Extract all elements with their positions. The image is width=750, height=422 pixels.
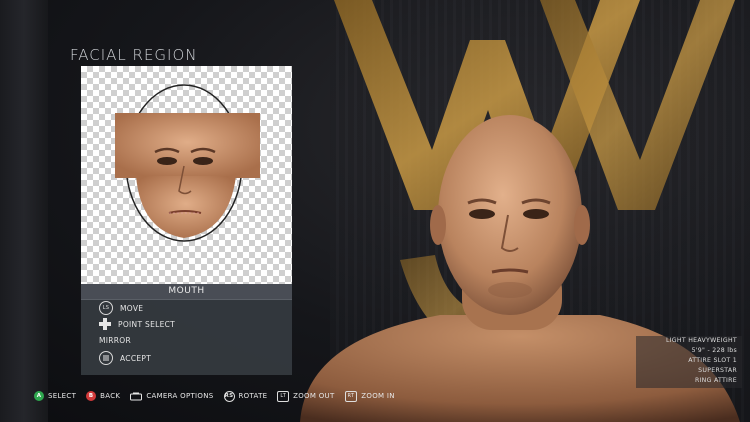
zoom-in-hint[interactable]: RT ZOOM IN (344, 390, 395, 402)
back-hint-label: BACK (100, 392, 121, 400)
control-hints-bar: A SELECT B BACK CAMERA OPTIONS RS ROTATE… (34, 390, 405, 402)
zoom-out-label: ZOOM OUT (293, 392, 335, 400)
face-texture-preview (81, 66, 292, 284)
menu-button-icon (99, 351, 113, 365)
move-label: MOVE (120, 303, 144, 313)
left-trigger-icon: LT (277, 390, 290, 402)
wrestler-info-panel: LIGHT HEAVYWEIGHT 5'9" - 228 lbs ATTIRE … (636, 336, 742, 388)
edit-menu: MOUTH LS MOVE POINT SELECT MIRROR ACCEPT (81, 284, 292, 375)
rotate-label: ROTATE (238, 392, 268, 400)
back-hint[interactable]: B BACK (86, 391, 120, 401)
panel-title: FACIAL REGION (70, 46, 198, 64)
dpad-icon (99, 318, 111, 330)
a-button-icon: A (34, 391, 44, 401)
accept-label: ACCEPT (120, 353, 152, 363)
accept-option[interactable]: ACCEPT (99, 351, 151, 365)
right-trigger-icon: RT (344, 390, 358, 402)
camera-options-label: CAMERA OPTIONS (146, 392, 214, 400)
camera-icon (130, 392, 143, 401)
left-stick-icon: LS (99, 301, 113, 315)
attire-slot: ATTIRE SLOT 1 (688, 357, 737, 364)
select-hint-label: SELECT (48, 392, 77, 400)
camera-options-hint[interactable]: CAMERA OPTIONS (130, 392, 213, 401)
attire-type: RING ATTIRE (694, 377, 737, 384)
height-weight: 5'9" - 228 lbs (691, 347, 737, 354)
move-option[interactable]: LS MOVE (99, 301, 143, 315)
face-texture-image (115, 84, 260, 242)
mirror-label: MIRROR (99, 336, 132, 345)
wrestler-role: SUPERSTAR (698, 367, 737, 374)
point-select-label: POINT SELECT (118, 319, 176, 329)
zoom-in-label: ZOOM IN (361, 392, 395, 400)
mirror-option[interactable]: MIRROR (99, 336, 131, 345)
right-stick-icon: RS (223, 390, 235, 402)
rotate-hint[interactable]: RS ROTATE (223, 390, 268, 402)
region-label: MOUTH (81, 284, 292, 300)
b-button-icon: B (86, 391, 97, 401)
weight-class: LIGHT HEAVYWEIGHT (665, 337, 737, 344)
point-select-option[interactable]: POINT SELECT (99, 318, 175, 330)
select-hint[interactable]: A SELECT (34, 391, 76, 401)
zoom-out-hint[interactable]: LT ZOOM OUT (277, 390, 335, 402)
